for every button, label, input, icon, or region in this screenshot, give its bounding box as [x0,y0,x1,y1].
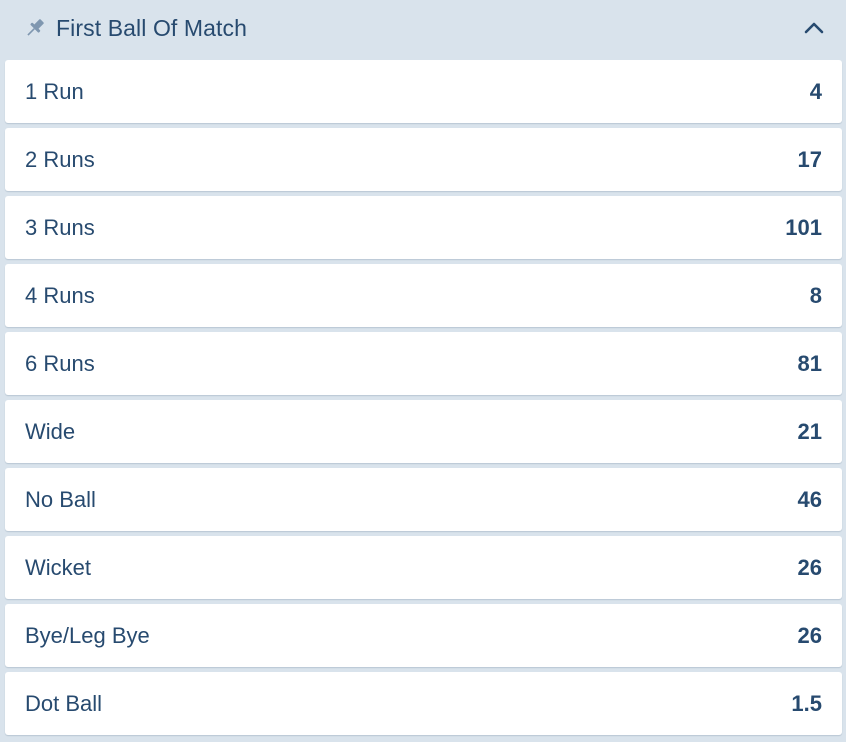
selection-row[interactable]: Bye/Leg Bye 26 [5,604,842,667]
selection-label: Dot Ball [25,690,103,716]
selection-label: Bye/Leg Bye [25,622,150,648]
selection-row[interactable]: 4 Runs 8 [5,264,842,327]
selection-odds[interactable]: 26 [798,623,822,649]
selection-label: Wicket [25,554,91,580]
selection-odds[interactable]: 17 [798,147,822,173]
selection-label: 4 Runs [25,282,95,308]
selection-row[interactable]: 1 Run 4 [5,60,842,123]
selection-row[interactable]: No Ball 46 [5,468,842,531]
pin-icon[interactable] [22,15,48,41]
selection-label: No Ball [25,486,96,512]
selection-odds[interactable]: 46 [798,487,822,513]
selection-odds[interactable]: 81 [798,351,822,377]
selection-list: 1 Run 4 2 Runs 17 3 Runs 101 4 Runs 8 6 … [5,60,842,740]
selection-label: 2 Runs [25,146,95,172]
market-header[interactable]: First Ball Of Match [0,0,846,56]
selection-label: 6 Runs [25,350,95,376]
selection-label: 1 Run [25,78,84,104]
selection-row[interactable]: Dot Ball 1.5 [5,672,842,735]
selection-odds[interactable]: 101 [785,215,822,241]
selection-row[interactable]: Wide 21 [5,400,842,463]
selection-odds[interactable]: 4 [810,79,822,105]
selection-label: 3 Runs [25,214,95,240]
selection-odds[interactable]: 8 [810,283,822,309]
selection-odds[interactable]: 21 [798,419,822,445]
selection-odds[interactable]: 1.5 [791,691,822,717]
market-panel: First Ball Of Match 1 Run 4 2 Runs 17 3 … [0,0,846,742]
chevron-up-icon[interactable] [802,16,826,40]
market-title: First Ball Of Match [56,14,248,41]
selection-odds[interactable]: 26 [798,555,822,581]
selection-row[interactable]: 6 Runs 81 [5,332,842,395]
selection-row[interactable]: 2 Runs 17 [5,128,842,191]
selection-row[interactable]: Wicket 26 [5,536,842,599]
selection-row[interactable]: 3 Runs 101 [5,196,842,259]
selection-label: Wide [25,418,76,444]
